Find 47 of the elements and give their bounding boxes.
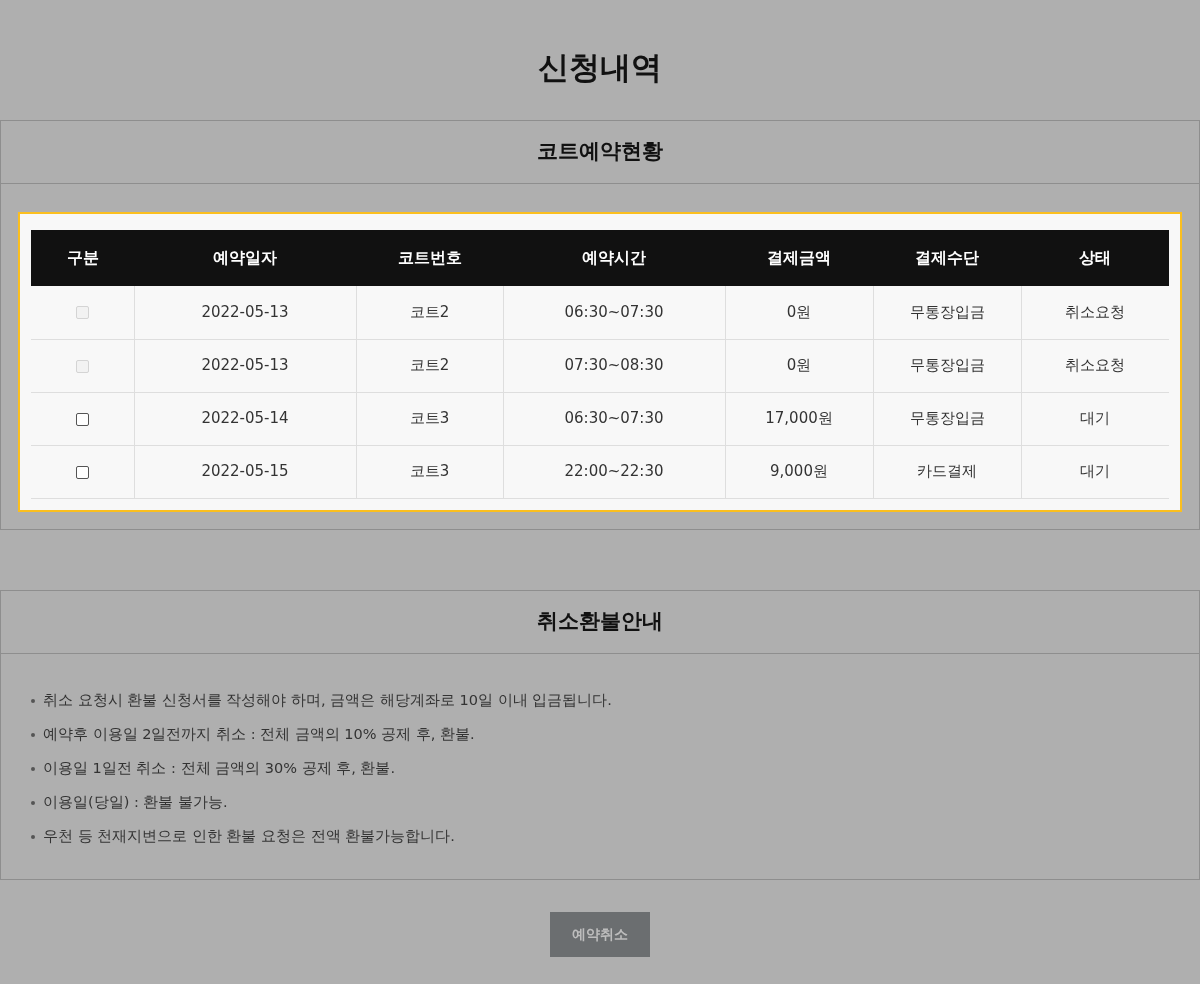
table-cell: 9,000원 — [725, 445, 873, 498]
table-cell: 취소요청 — [1021, 339, 1169, 392]
refund-rule: 이용일(당일) : 환불 불가능. — [43, 792, 228, 812]
row-checkbox[interactable] — [75, 412, 89, 426]
table-cell: 06:30~07:30 — [503, 286, 725, 339]
bullet-icon — [31, 766, 35, 771]
table-cell: 무통장입금 — [873, 286, 1021, 339]
table-cell: 코트3 — [356, 445, 503, 498]
column-header: 결제금액 — [725, 230, 873, 286]
table-cell: 2022-05-15 — [134, 445, 356, 498]
table-cell: 무통장입금 — [873, 339, 1021, 392]
table-cell: 취소요청 — [1021, 286, 1169, 339]
table-cell: 17,000원 — [725, 392, 873, 445]
table-cell: 대기 — [1021, 392, 1169, 445]
cancel-reservation-button[interactable]: 예약취소 — [550, 911, 650, 957]
bullet-icon — [31, 732, 35, 737]
table-cell: 무통장입금 — [873, 392, 1021, 445]
bullet-icon — [31, 800, 35, 805]
refund-rule: 이용일 1일전 취소 : 전체 금액의 30% 공제 후, 환불. — [43, 758, 396, 778]
table-cell: 2022-05-14 — [134, 392, 356, 445]
refund-rule: 예약후 이용일 2일전까지 취소 : 전체 금액의 10% 공제 후, 환불. — [43, 724, 475, 744]
table-cell: 22:00~22:30 — [503, 445, 725, 498]
refund-rule: 취소 요청시 환불 신청서를 작성해야 하며, 금액은 해당계좌로 10일 이내 입금됩니다. — [43, 690, 612, 710]
table-cell: 코트3 — [356, 392, 503, 445]
table-cell: 코트2 — [356, 286, 503, 339]
table-cell: 06:30~07:30 — [503, 392, 725, 445]
column-header: 상태 — [1021, 230, 1169, 286]
bullet-icon — [31, 834, 35, 839]
section-title: 코트예약현황 — [537, 138, 663, 166]
table-cell: 2022-05-13 — [134, 286, 356, 339]
table-cell: 2022-05-13 — [134, 339, 356, 392]
column-header: 결제수단 — [873, 230, 1021, 286]
column-header: 구분 — [31, 230, 134, 286]
table-cell: 07:30~08:30 — [503, 339, 725, 392]
table-cell: 0원 — [725, 339, 873, 392]
column-header: 코트번호 — [356, 230, 503, 286]
row-checkbox[interactable] — [75, 465, 89, 479]
table-cell: 코트2 — [356, 339, 503, 392]
bullet-icon — [31, 698, 35, 703]
table-cell: 0원 — [725, 286, 873, 339]
refund-rule: 우천 등 천재지변으로 인한 환불 요청은 전액 환불가능합니다. — [43, 826, 455, 846]
section-title: 취소환불안내 — [537, 607, 663, 635]
table-cell: 카드결제 — [873, 445, 1021, 498]
column-header: 예약일자 — [134, 230, 356, 286]
column-header: 예약시간 — [503, 230, 725, 286]
table-cell: 대기 — [1021, 445, 1169, 498]
page-title: 신청내역 — [538, 48, 662, 86]
